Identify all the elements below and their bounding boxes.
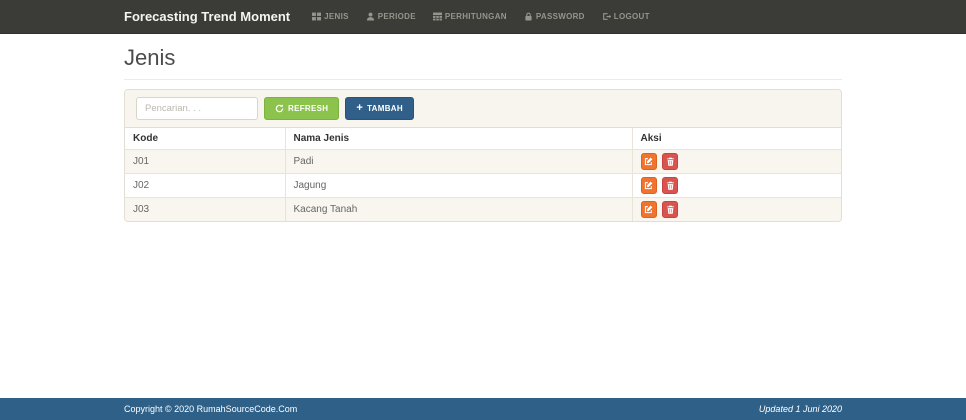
panel-toolbar: REFRESH + TAMBAH bbox=[125, 90, 841, 128]
edit-icon bbox=[644, 181, 653, 190]
table-row: J03 Kacang Tanah bbox=[125, 197, 841, 221]
edit-button[interactable] bbox=[640, 201, 657, 218]
table-row: J01 Padi bbox=[125, 149, 841, 174]
nav-item-label: LOGOUT bbox=[613, 12, 650, 21]
logout-icon bbox=[602, 13, 611, 20]
lock-icon bbox=[525, 12, 532, 21]
jenis-panel: REFRESH + TAMBAH Kode Nama Jenis Aksi bbox=[124, 89, 842, 222]
plus-icon: + bbox=[356, 102, 364, 114]
nav-item-label: JENIS bbox=[324, 12, 349, 21]
cell-nama: Kacang Tanah bbox=[284, 197, 633, 221]
main-content: Jenis REFRESH + TAMBAH bbox=[124, 45, 842, 222]
edit-button[interactable] bbox=[640, 177, 657, 194]
user-icon bbox=[366, 12, 374, 21]
nav-item-periode[interactable]: PERIODE bbox=[366, 12, 416, 21]
delete-button[interactable] bbox=[662, 153, 679, 170]
trash-icon bbox=[666, 205, 674, 214]
trash-icon bbox=[666, 157, 674, 166]
cell-aksi bbox=[631, 197, 841, 221]
page-footer: Copyright © 2020 RumahSourceCode.Com Upd… bbox=[0, 398, 966, 420]
cell-nama: Jagung bbox=[284, 173, 633, 198]
brand-title[interactable]: Forecasting Trend Moment bbox=[124, 9, 290, 24]
edit-button[interactable] bbox=[640, 153, 657, 170]
table-header-row: Kode Nama Jenis Aksi bbox=[125, 128, 841, 150]
trash-icon bbox=[666, 181, 674, 190]
edit-icon bbox=[644, 205, 653, 214]
nav-item-jenis[interactable]: JENIS bbox=[312, 12, 349, 21]
refresh-button[interactable]: REFRESH bbox=[264, 97, 340, 120]
nav-item-logout[interactable]: LOGOUT bbox=[602, 12, 650, 21]
th-large-icon bbox=[312, 12, 322, 21]
cell-kode: J01 bbox=[125, 149, 286, 174]
edit-icon bbox=[644, 157, 653, 166]
tambah-button[interactable]: + TAMBAH bbox=[345, 97, 414, 120]
table-icon bbox=[432, 12, 442, 21]
cell-aksi bbox=[631, 149, 841, 174]
table-row: J02 Jagung bbox=[125, 173, 841, 198]
nav-item-label: PERIODE bbox=[377, 12, 416, 21]
cell-aksi bbox=[631, 173, 841, 198]
tambah-button-label: TAMBAH bbox=[367, 104, 403, 113]
search-input[interactable] bbox=[136, 97, 258, 120]
col-header-kode: Kode bbox=[125, 128, 286, 150]
nav-menu: JENIS PERIODE PERHITUNGAN PASSWORD LOGOU… bbox=[312, 12, 667, 21]
nav-item-label: PASSWORD bbox=[535, 12, 585, 21]
nav-item-password[interactable]: PASSWORD bbox=[524, 12, 585, 21]
cell-kode: J03 bbox=[125, 197, 286, 221]
refresh-icon bbox=[275, 104, 284, 113]
footer-updated: Updated 1 Juni 2020 bbox=[758, 404, 842, 414]
cell-kode: J02 bbox=[125, 173, 286, 198]
nav-item-perhitungan[interactable]: PERHITUNGAN bbox=[432, 12, 507, 21]
refresh-button-label: REFRESH bbox=[288, 104, 329, 113]
delete-button[interactable] bbox=[662, 177, 679, 194]
col-header-nama-jenis: Nama Jenis bbox=[284, 128, 633, 150]
cell-nama: Padi bbox=[284, 149, 633, 174]
jenis-table: Kode Nama Jenis Aksi J01 Padi J02 Jagung… bbox=[125, 128, 841, 221]
app-window: Forecasting Trend Moment JENIS PERIODE P… bbox=[0, 0, 966, 420]
nav-item-label: PERHITUNGAN bbox=[444, 12, 507, 21]
footer-copyright: Copyright © 2020 RumahSourceCode.Com bbox=[124, 404, 298, 414]
col-header-aksi: Aksi bbox=[631, 128, 841, 150]
top-navbar: Forecasting Trend Moment JENIS PERIODE P… bbox=[0, 0, 966, 34]
delete-button[interactable] bbox=[662, 201, 679, 218]
page-title: Jenis bbox=[124, 45, 842, 80]
